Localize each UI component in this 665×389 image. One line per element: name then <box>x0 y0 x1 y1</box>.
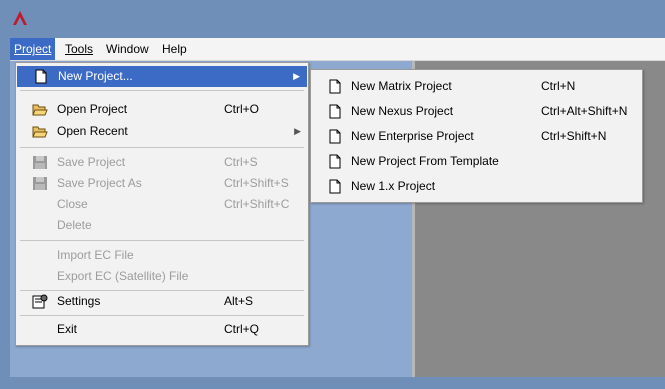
new-enterprise-project-item[interactable]: New Enterprise Project Ctrl+Shift+N <box>311 126 642 147</box>
menu-separator <box>20 240 304 241</box>
document-icon <box>329 104 341 119</box>
menu-help[interactable]: Help <box>158 38 191 60</box>
new-matrix-project-shortcut: Ctrl+N <box>541 79 576 93</box>
document-icon <box>329 154 341 169</box>
exit-shortcut: Ctrl+Q <box>224 322 260 336</box>
document-icon <box>329 79 341 94</box>
new-enterprise-project-label: New Enterprise Project <box>351 129 474 143</box>
new-matrix-project-label: New Matrix Project <box>351 79 452 93</box>
menu-window[interactable]: Window <box>102 38 153 60</box>
close-label: Close <box>57 197 88 211</box>
settings-icon <box>32 294 48 309</box>
export-ec-label: Export EC (Satellite) File <box>57 269 189 283</box>
menu-project-label: Project <box>14 42 52 56</box>
save-project-as-item[interactable]: Save Project As Ctrl+Shift+S <box>16 173 308 194</box>
close-item[interactable]: Close Ctrl+Shift+C <box>16 194 308 215</box>
import-ec-label: Import EC File <box>57 248 134 262</box>
new-nexus-project-item[interactable]: New Nexus Project Ctrl+Alt+Shift+N <box>311 101 642 122</box>
floppy-disk-icon <box>33 177 47 190</box>
settings-label: Settings <box>57 294 101 308</box>
exit-label: Exit <box>57 322 78 336</box>
save-project-label: Save Project <box>57 155 126 169</box>
delete-label: Delete <box>57 218 92 232</box>
open-folder-icon <box>32 104 48 116</box>
export-ec-item[interactable]: Export EC (Satellite) File <box>16 266 308 287</box>
document-icon <box>35 69 47 84</box>
new-matrix-project-item[interactable]: New Matrix Project Ctrl+N <box>311 76 642 97</box>
menu-separator <box>20 147 304 148</box>
new-project-from-template-item[interactable]: New Project From Template <box>311 151 642 172</box>
submenu-arrow-icon: ▶ <box>293 71 300 81</box>
settings-shortcut: Alt+S <box>224 294 254 308</box>
close-shortcut: Ctrl+Shift+C <box>224 197 290 211</box>
open-folder-icon <box>32 126 48 138</box>
menu-project[interactable]: Project <box>10 38 56 60</box>
menu-tools[interactable]: Tools <box>61 38 97 60</box>
menu-separator <box>20 90 304 91</box>
window-bottom-edge <box>0 377 665 389</box>
document-icon <box>329 179 341 194</box>
menu-window-label: Window <box>106 42 149 56</box>
open-project-item[interactable]: Open Project Ctrl+O <box>16 99 308 120</box>
new-project-label: New Project... <box>58 69 133 83</box>
ca-logo-icon <box>13 11 27 25</box>
project-menu: New Project... ▶ Open Project Ctrl+O Ope… <box>15 62 309 346</box>
settings-item[interactable]: Settings Alt+S <box>16 291 308 312</box>
menu-help-label: Help <box>162 42 187 56</box>
new-project-item[interactable]: New Project... ▶ <box>17 66 307 87</box>
import-ec-item[interactable]: Import EC File <box>16 245 308 266</box>
save-project-shortcut: Ctrl+S <box>224 155 258 169</box>
delete-item[interactable]: Delete <box>16 215 308 236</box>
exit-item[interactable]: Exit Ctrl+Q <box>16 319 308 340</box>
save-project-item[interactable]: Save Project Ctrl+S <box>16 152 308 173</box>
new-1x-project-item[interactable]: New 1.x Project <box>311 176 642 197</box>
open-project-shortcut: Ctrl+O <box>224 102 260 116</box>
title-bar <box>0 0 665 38</box>
new-nexus-project-label: New Nexus Project <box>351 104 454 118</box>
open-recent-item[interactable]: Open Recent ▶ <box>16 121 308 142</box>
document-icon <box>329 129 341 144</box>
new-1x-project-label: New 1.x Project <box>351 179 436 193</box>
open-project-label: Open Project <box>57 102 128 116</box>
save-project-as-label: Save Project As <box>57 176 142 190</box>
new-project-submenu: New Matrix Project Ctrl+N New Nexus Proj… <box>310 69 643 203</box>
open-recent-label: Open Recent <box>57 124 128 138</box>
floppy-disk-icon <box>33 156 47 169</box>
menu-tools-label: Tools <box>65 42 94 56</box>
new-project-from-template-label: New Project From Template <box>351 154 499 168</box>
menu-separator <box>20 315 304 316</box>
new-enterprise-project-shortcut: Ctrl+Shift+N <box>541 129 607 143</box>
new-nexus-project-shortcut: Ctrl+Alt+Shift+N <box>541 104 628 118</box>
menu-bar: Project Tools Window Help <box>10 38 665 61</box>
submenu-arrow-icon: ▶ <box>294 126 301 136</box>
save-project-as-shortcut: Ctrl+Shift+S <box>224 176 289 190</box>
